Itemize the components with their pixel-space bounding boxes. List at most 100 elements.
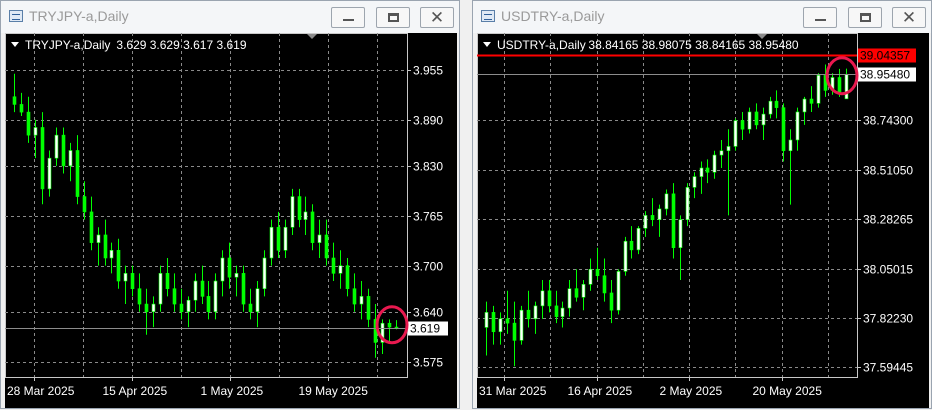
candle xyxy=(68,142,73,182)
candle xyxy=(623,236,628,276)
candle xyxy=(761,107,766,140)
candle-body xyxy=(290,196,295,228)
candle-body xyxy=(726,146,731,152)
candle xyxy=(241,265,246,312)
candlestick-chart[interactable]: 3.955 3.890 3.830 3.765 3.700 3.640 3.575 28 Ma… xyxy=(5,33,457,410)
candle xyxy=(774,90,779,119)
candle xyxy=(137,273,142,312)
candle xyxy=(172,273,177,312)
candle-body xyxy=(26,111,31,136)
candle xyxy=(40,112,45,205)
candle xyxy=(795,107,800,151)
current-price-label: 3.619 xyxy=(410,322,440,336)
y-tick-label: 38.05015 xyxy=(863,263,913,277)
maximize-button[interactable] xyxy=(848,7,882,28)
candle-body xyxy=(338,265,343,274)
y-tick-label: 3.640 xyxy=(413,306,443,320)
candle-body xyxy=(33,127,38,136)
candle xyxy=(144,288,149,335)
candle-body xyxy=(588,268,593,285)
candle xyxy=(255,281,260,328)
candle xyxy=(89,196,94,251)
candle-body xyxy=(345,265,350,290)
candle xyxy=(290,188,295,235)
candle-body xyxy=(491,312,496,333)
minimize-button[interactable] xyxy=(803,7,837,28)
chart-area[interactable]: 38.74300 38.51050 38.28265 38.05015 37.82230… xyxy=(477,33,929,408)
candle-body xyxy=(761,113,766,126)
candle xyxy=(505,290,510,334)
candle-body xyxy=(394,326,399,329)
candle-body xyxy=(768,100,773,115)
candle-body xyxy=(754,111,759,126)
candle-body xyxy=(616,271,621,311)
dropdown-arrow-icon xyxy=(11,42,19,47)
candle-body xyxy=(96,234,101,243)
maximize-button[interactable] xyxy=(376,7,410,28)
candlestick-chart[interactable]: 38.74300 38.51050 38.28265 38.05015 37.82230… xyxy=(477,33,929,410)
y-tick-label: 3.890 xyxy=(413,114,443,128)
candle xyxy=(303,196,308,235)
candle xyxy=(768,96,773,119)
candle-body xyxy=(650,215,655,220)
y-tick-label: 37.59445 xyxy=(863,361,913,375)
candle-body xyxy=(324,234,329,259)
candle-body xyxy=(788,139,793,152)
y-tick-label: 3.575 xyxy=(413,356,443,370)
candle xyxy=(719,139,724,168)
candle xyxy=(47,150,52,197)
candle-body xyxy=(234,273,239,278)
candle xyxy=(560,301,565,328)
candle-body xyxy=(255,288,260,313)
candle xyxy=(116,238,121,289)
chart-area[interactable]: 3.955 3.890 3.830 3.765 3.700 3.640 3.575 28 Ma… xyxy=(5,33,457,408)
candle-body xyxy=(248,303,253,313)
candle-body xyxy=(733,120,738,147)
candle-body xyxy=(158,273,163,305)
candle-body xyxy=(837,77,842,93)
candle-body xyxy=(602,275,607,294)
candle-body xyxy=(547,290,552,307)
candle-body xyxy=(103,234,108,259)
candle-body xyxy=(505,318,510,324)
window-titlebar[interactable]: USDTRY-a,Daily ✕ xyxy=(473,1,931,33)
chart-window-tryjpy[interactable]: TRYJPY-a,Daily ✕ 3.955 3.890 3.830 3.765 3.7… xyxy=(0,0,460,409)
candle-body xyxy=(61,134,66,167)
ohlc-header-label: 38.84165 38.98075 38.84165 38.95480 xyxy=(588,38,799,52)
candle-body xyxy=(54,134,59,159)
window-title: USDTRY-a,Daily xyxy=(501,8,605,24)
candle xyxy=(692,172,697,199)
window-title: TRYJPY-a,Daily xyxy=(29,8,129,24)
candle-body xyxy=(574,288,579,298)
candle-body xyxy=(297,196,302,220)
chart-window-usdtry[interactable]: USDTRY-a,Daily ✕ 38.74300 38.51050 38.2826… xyxy=(472,0,932,409)
candle-body xyxy=(193,280,198,301)
candle xyxy=(75,135,80,205)
candle xyxy=(19,92,24,116)
minimize-button[interactable] xyxy=(331,7,365,28)
candle-body xyxy=(554,305,559,317)
candle xyxy=(297,188,302,228)
candle-body xyxy=(484,312,489,328)
candle xyxy=(359,281,364,320)
close-button[interactable]: ✕ xyxy=(892,7,926,28)
candle-body xyxy=(262,257,267,290)
candle xyxy=(636,226,641,255)
candle-body xyxy=(740,120,745,130)
close-button[interactable]: ✕ xyxy=(420,7,454,28)
candle xyxy=(540,280,545,319)
candle xyxy=(491,305,496,345)
chart-symbol-label: USDTRY-a,Daily xyxy=(497,38,586,52)
candle xyxy=(331,242,336,282)
candle xyxy=(657,204,662,237)
candle-body xyxy=(498,318,503,333)
candle xyxy=(484,301,489,356)
candle xyxy=(526,290,531,328)
candle xyxy=(567,280,572,317)
window-titlebar[interactable]: TRYJPY-a,Daily ✕ xyxy=(1,1,459,33)
candle-body xyxy=(719,150,724,156)
candle-body xyxy=(213,280,218,313)
maximize-icon xyxy=(860,13,871,22)
candle xyxy=(740,111,745,140)
candle xyxy=(712,150,717,179)
